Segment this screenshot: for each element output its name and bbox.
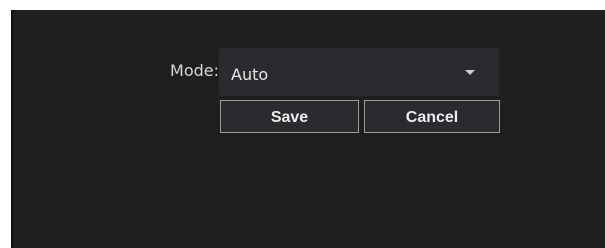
mode-settings-panel: Mode: Auto Save Cancel [11, 10, 605, 248]
chevron-down-icon[interactable] [465, 70, 475, 75]
save-button[interactable]: Save [220, 100, 359, 133]
mode-select-value: Auto [231, 65, 269, 84]
mode-label: Mode: [170, 61, 219, 80]
mode-select[interactable]: Auto [219, 48, 499, 96]
cancel-button[interactable]: Cancel [364, 100, 500, 133]
